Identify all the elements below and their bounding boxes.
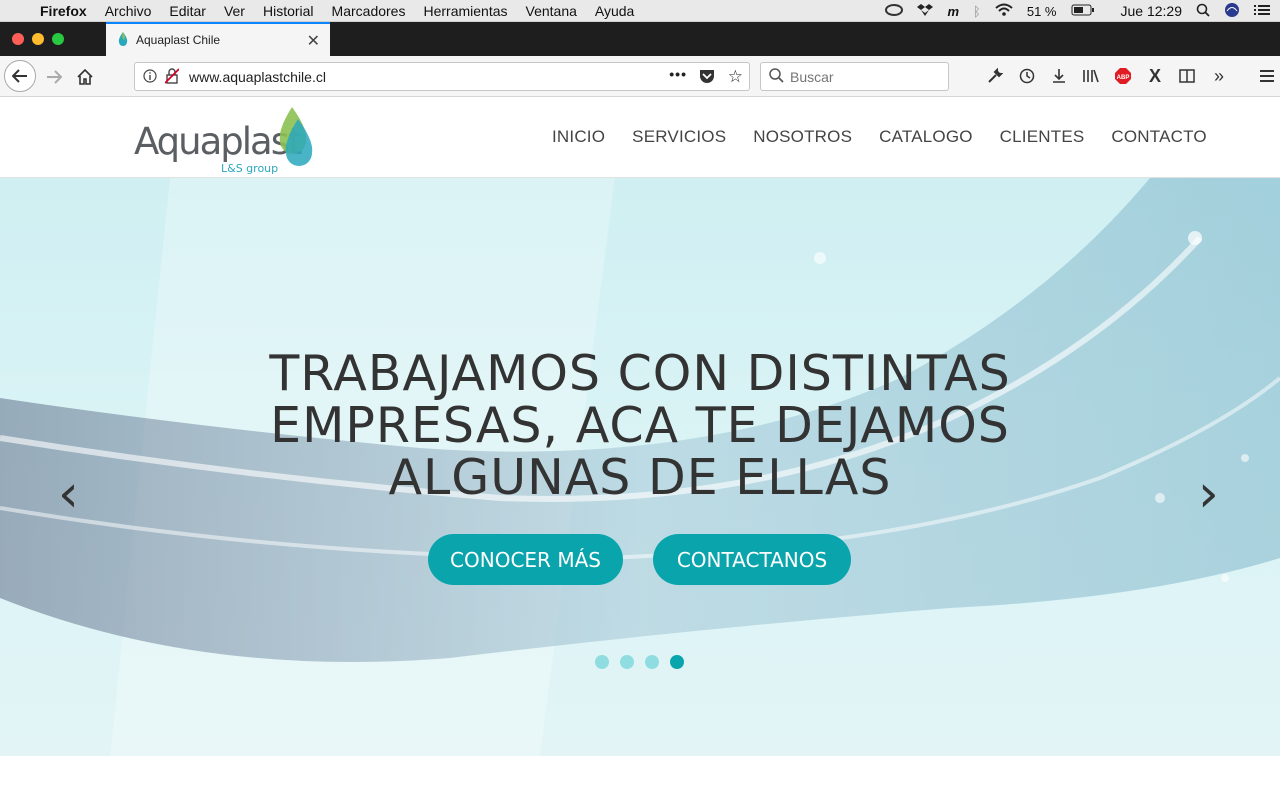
bookmark-star-icon[interactable]: ☆ — [728, 67, 743, 87]
bluetooth-icon[interactable]: ᛒ — [973, 4, 981, 19]
site-header: Aquaplast L&S group INICIO SERVICIOS NOS… — [0, 97, 1280, 178]
favicon-drop-icon — [118, 31, 128, 49]
overflow-menu-icon[interactable]: » — [1208, 63, 1230, 89]
search-input[interactable] — [790, 68, 930, 85]
home-button[interactable] — [71, 63, 99, 91]
minimize-window-button[interactable] — [32, 33, 44, 45]
menu-editar[interactable]: Editar — [169, 3, 206, 19]
window-controls — [12, 33, 64, 45]
toolbar-icons: ABP X » — [984, 63, 1278, 89]
downloads-icon[interactable] — [1048, 63, 1070, 89]
battery-percent: 51 % — [1026, 3, 1057, 19]
back-button[interactable] — [4, 60, 36, 92]
menu-ver[interactable]: Ver — [224, 3, 245, 19]
menu-ayuda[interactable]: Ayuda — [595, 3, 634, 19]
pocket-icon[interactable] — [699, 69, 715, 87]
url-text[interactable]: www.aquaplastchile.cl — [189, 69, 326, 85]
contactanos-button[interactable]: CONTACTANOS — [653, 534, 851, 585]
developer-tools-icon[interactable] — [984, 63, 1006, 89]
siri-icon[interactable] — [1224, 2, 1240, 21]
reader-view-icon[interactable] — [1176, 63, 1198, 89]
tab-aquaplast[interactable]: Aquaplast Chile ✕ — [106, 22, 330, 56]
menu-herramientas[interactable]: Herramientas — [423, 3, 507, 19]
conocer-mas-button[interactable]: CONOCER MÁS — [428, 534, 623, 585]
nav-inicio[interactable]: INICIO — [552, 127, 605, 147]
slide-dot[interactable] — [645, 655, 659, 669]
close-tab-icon[interactable]: ✕ — [307, 31, 320, 51]
slide-dot[interactable] — [620, 655, 634, 669]
menu-historial[interactable]: Historial — [263, 3, 314, 19]
menu-ventana[interactable]: Ventana — [526, 3, 577, 19]
forward-button[interactable] — [40, 63, 68, 91]
nav-servicios[interactable]: SERVICIOS — [632, 127, 726, 147]
notification-center-icon[interactable] — [1254, 4, 1270, 19]
library-icon[interactable] — [1080, 63, 1102, 89]
search-icon — [769, 67, 784, 86]
nav-nosotros[interactable]: NOSOTROS — [753, 127, 852, 147]
page-actions-icon[interactable]: ••• — [669, 66, 687, 82]
battery-icon[interactable] — [1071, 4, 1095, 19]
app-m-icon[interactable]: m — [947, 4, 959, 19]
close-window-button[interactable] — [12, 33, 24, 45]
wifi-icon[interactable] — [995, 3, 1013, 19]
adblock-plus-icon[interactable]: ABP — [1112, 63, 1134, 89]
creative-cloud-icon[interactable] — [885, 3, 904, 19]
insecure-lock-icon[interactable] — [164, 68, 180, 87]
nav-catalogo[interactable]: CATALOGO — [879, 127, 973, 147]
macos-menubar: Firefox Archivo Editar Ver Historial Mar… — [0, 0, 1280, 22]
logo[interactable]: Aquaplast L&S group — [134, 107, 314, 175]
search-bar[interactable] — [760, 62, 949, 91]
menu-firefox[interactable]: Firefox — [40, 3, 87, 19]
logo-subtitle: L&S group — [221, 162, 279, 175]
nav-contacto[interactable]: CONTACTO — [1111, 127, 1206, 147]
clock[interactable]: Jue 12:29 — [1121, 3, 1183, 19]
tab-title: Aquaplast Chile — [136, 33, 221, 47]
spotlight-search-icon[interactable] — [1196, 3, 1210, 20]
nav-clientes[interactable]: CLIENTES — [1000, 127, 1085, 147]
slide-dot[interactable] — [595, 655, 609, 669]
site-info-icon[interactable] — [143, 69, 157, 86]
hamburger-menu-icon[interactable] — [1256, 63, 1278, 89]
url-bar[interactable]: www.aquaplastchile.cl ••• ☆ — [134, 62, 750, 91]
svg-text:ABP: ABP — [1117, 75, 1130, 81]
slide-dot-active[interactable] — [670, 655, 684, 669]
zoom-window-button[interactable] — [52, 33, 64, 45]
hero-headline: TRABAJAMOS CON DISTINTAS EMPRESAS, ACA T… — [269, 345, 1011, 506]
dropbox-icon[interactable] — [917, 3, 934, 20]
slide-indicators — [595, 655, 684, 669]
tab-strip: Aquaplast Chile ✕ + — [0, 22, 1280, 74]
browser-toolbar: www.aquaplastchile.cl ••• ☆ ABP X — [0, 56, 1280, 97]
main-nav: INICIO SERVICIOS NOSOTROS CATALOGO CLIEN… — [552, 127, 1207, 147]
logo-drops-icon — [279, 107, 313, 166]
menu-marcadores[interactable]: Marcadores — [332, 3, 406, 19]
prev-slide-arrow-icon[interactable]: ‹ — [58, 468, 79, 520]
history-icon[interactable] — [1016, 63, 1038, 89]
extension-x-icon[interactable]: X — [1144, 63, 1166, 89]
hero-slider: TRABAJAMOS CON DISTINTAS EMPRESAS, ACA T… — [0, 178, 1280, 756]
next-slide-arrow-icon[interactable]: › — [1198, 468, 1219, 520]
menu-archivo[interactable]: Archivo — [105, 3, 152, 19]
